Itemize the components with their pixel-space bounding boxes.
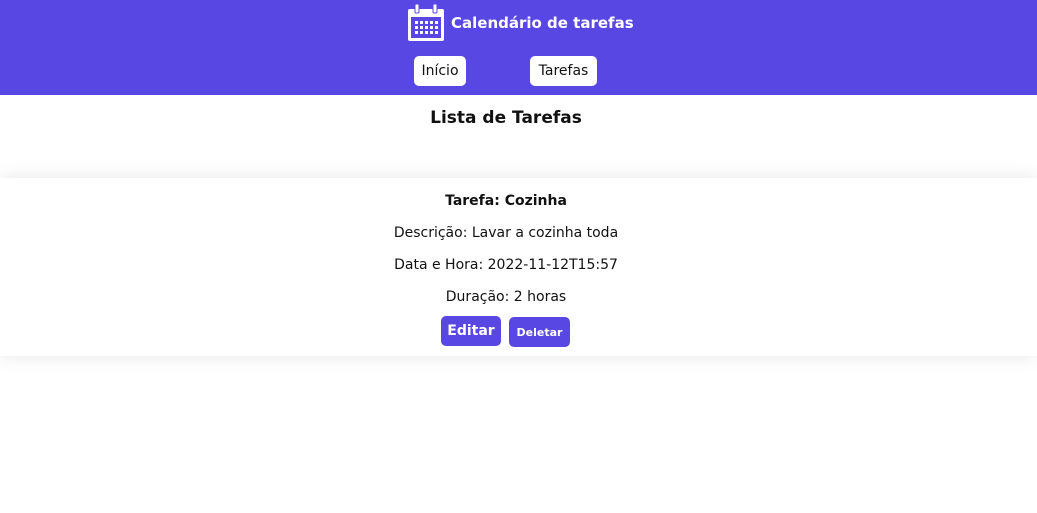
task-duration-label: Duração:: [445, 289, 510, 305]
task-duration-value: 2 horas: [513, 289, 567, 305]
delete-button[interactable]: Deletar: [509, 317, 570, 347]
task-description-value: Lavar a cozinha toda: [471, 225, 619, 241]
edit-button[interactable]: Editar: [441, 316, 501, 346]
task-description: Descrição: Lavar a cozinha toda: [0, 225, 1012, 241]
nav-tarefas-button[interactable]: Tarefas: [530, 56, 597, 86]
app-header: Calendário de tarefas Início Tarefas: [0, 0, 1037, 95]
task-datetime-label: Data e Hora:: [394, 257, 484, 273]
task-description-label: Descrição:: [393, 225, 468, 241]
task-title-value: Cozinha: [504, 193, 567, 209]
brand: Calendário de tarefas: [407, 4, 634, 42]
nav-inicio-button[interactable]: Início: [414, 56, 466, 86]
task-title-label: Tarefa:: [445, 193, 500, 209]
task-datetime: Data e Hora: 2022-11-12T15:57: [0, 257, 1012, 273]
task-datetime-value: 2022-11-12T15:57: [487, 257, 618, 273]
task-duration: Duração: 2 horas: [0, 289, 1012, 305]
page-title: Lista de Tarefas: [430, 108, 582, 128]
task-title: Tarefa: Cozinha: [0, 193, 1012, 209]
app-title: Calendário de tarefas: [451, 14, 634, 32]
calendar-icon: [407, 4, 445, 42]
task-card: Tarefa: Cozinha Descrição: Lavar a cozin…: [0, 178, 1037, 356]
